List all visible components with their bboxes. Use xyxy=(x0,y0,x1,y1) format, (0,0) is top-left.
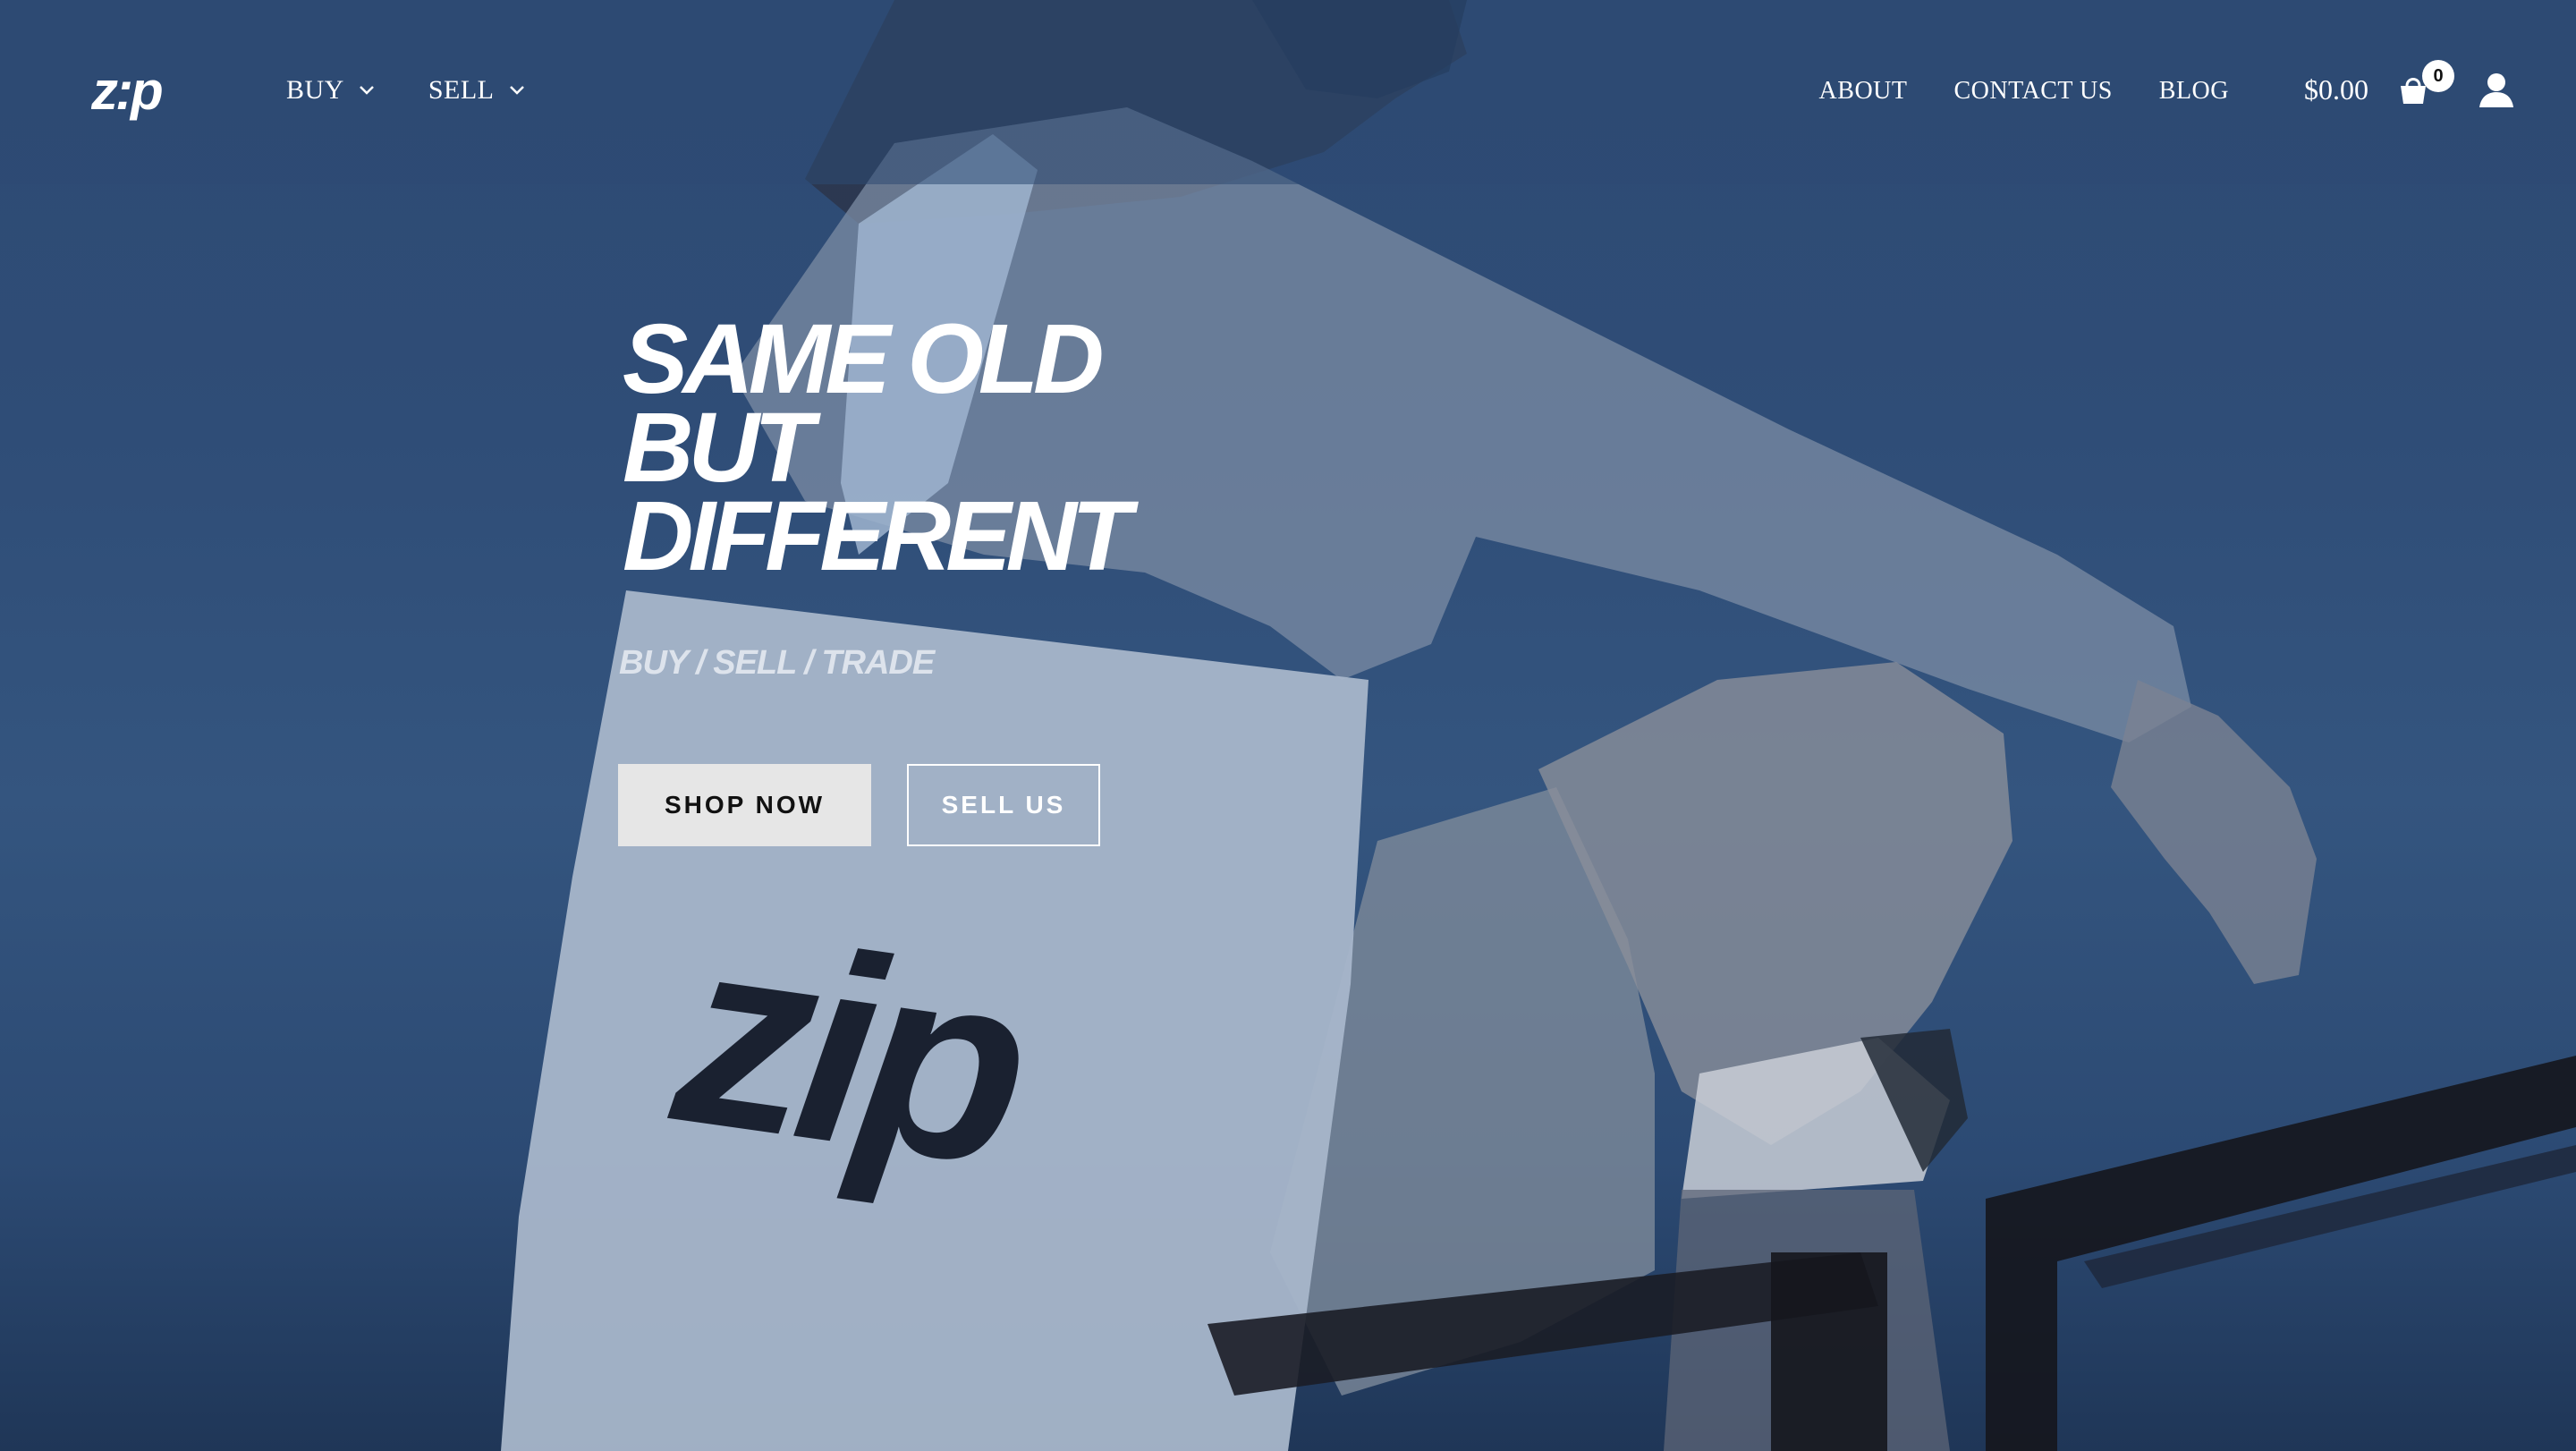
cart-count-badge: 0 xyxy=(2422,60,2454,92)
primary-nav: BUY SELL xyxy=(286,75,525,106)
bag-logo-text: zip xyxy=(660,877,1035,1222)
nav-about[interactable]: ABOUT xyxy=(1819,77,1908,106)
zip-logo[interactable]: z:p xyxy=(90,61,199,122)
user-icon[interactable] xyxy=(2478,72,2515,109)
sell-us-button[interactable]: SELL US xyxy=(907,764,1100,846)
hero-title-line: DIFFERENT xyxy=(623,481,1131,591)
hero-title-line: SAME OLD xyxy=(623,304,1105,414)
hero-title: SAME OLD BUT DIFFERENT xyxy=(623,304,1131,591)
nav-contact-us[interactable]: CONTACT US xyxy=(1954,77,2113,106)
logo-text: z:p xyxy=(91,64,162,121)
nav-sell-label: SELL xyxy=(428,75,495,105)
nav-sell[interactable]: SELL xyxy=(428,75,525,106)
site-header: z:p BUY SELL ABOUT CONTACT US BLOG $0.00… xyxy=(0,0,2576,184)
shop-now-button[interactable]: SHOP NOW xyxy=(618,764,871,846)
nav-buy[interactable]: BUY xyxy=(286,75,375,106)
nav-blog[interactable]: BLOG xyxy=(2159,77,2229,106)
chevron-down-icon xyxy=(509,85,525,96)
secondary-nav: ABOUT CONTACT US BLOG xyxy=(1819,77,2229,106)
chevron-down-icon xyxy=(359,85,375,96)
cart-total[interactable]: $0.00 xyxy=(2304,73,2368,106)
hero-background-image: zip xyxy=(0,0,2576,1451)
nav-buy-label: BUY xyxy=(286,75,344,105)
hero-subtitle: BUY / SELL / TRADE xyxy=(619,644,935,682)
hero-title-line: BUT xyxy=(623,393,814,503)
